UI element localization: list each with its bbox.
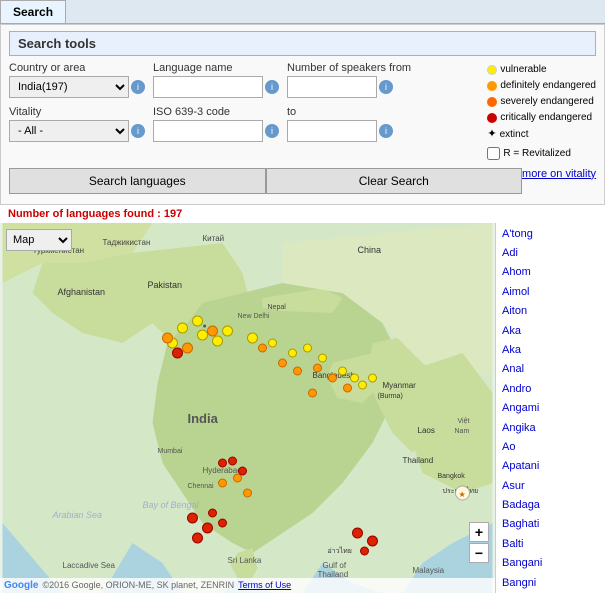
- search-tab[interactable]: Search: [0, 0, 66, 23]
- list-item[interactable]: A'tong: [496, 225, 605, 244]
- language-name-label: Language name: [153, 62, 279, 74]
- svg-text:Thailand: Thailand: [403, 456, 434, 465]
- svg-text:Việt: Việt: [458, 418, 470, 425]
- list-item[interactable]: Apatani: [496, 457, 605, 476]
- vitality-legend: vulnerable definitely endangered severel…: [487, 62, 596, 162]
- list-item[interactable]: Baghati: [496, 515, 605, 534]
- severely-label: severely endangered: [500, 94, 593, 110]
- results-count: Number of languages found : 197: [0, 205, 605, 223]
- list-item[interactable]: Bangani: [496, 554, 605, 573]
- svg-text:Mumbai: Mumbai: [158, 448, 183, 455]
- map-copyright: ©2016 Google, ORION-ME, SK planet, ZENRI…: [42, 580, 234, 590]
- svg-text:Nam: Nam: [455, 428, 470, 435]
- list-item[interactable]: Badaga: [496, 496, 605, 515]
- list-item[interactable]: Anal: [496, 360, 605, 379]
- svg-text:India: India: [188, 411, 219, 426]
- list-item[interactable]: Ao: [496, 438, 605, 457]
- svg-text:Таджикистан: Таджикистан: [103, 238, 151, 247]
- button-row: Search languages Clear Search more on vi…: [9, 168, 596, 194]
- svg-text:China: China: [358, 245, 382, 255]
- svg-text:Pakistan: Pakistan: [148, 280, 183, 290]
- svg-text:Sri Lanka: Sri Lanka: [228, 556, 262, 565]
- svg-text:Arabian Sea: Arabian Sea: [52, 510, 103, 520]
- revitalized-checkbox[interactable]: [487, 147, 500, 160]
- svg-text:Myanmar: Myanmar: [383, 381, 417, 390]
- speakers-from-label: Number of speakers from: [287, 62, 411, 74]
- vitality-label: Vitality: [9, 106, 145, 118]
- language-name-input[interactable]: [153, 76, 263, 98]
- main-content: Afghanistan Pakistan Туркменистан Таджик…: [0, 223, 605, 593]
- map-container[interactable]: Afghanistan Pakistan Туркменистан Таджик…: [0, 223, 495, 593]
- list-item[interactable]: Aka: [496, 341, 605, 360]
- svg-text:★: ★: [459, 490, 466, 499]
- speakers-from-info-icon[interactable]: i: [379, 80, 393, 94]
- definitely-label: definitely endangered: [500, 78, 596, 94]
- country-label: Country or area: [9, 62, 145, 74]
- map-zoom-controls: + −: [469, 522, 489, 563]
- language-list: A'tongAdiAhomAimolAitonAkaAkaAnalAndroAn…: [495, 223, 605, 593]
- definitely-dot: [487, 81, 497, 91]
- list-item[interactable]: Asur: [496, 477, 605, 496]
- svg-text:อ่าวไทย: อ่าวไทย: [328, 546, 352, 555]
- iso-label: ISO 639-3 code: [153, 106, 279, 118]
- vulnerable-label: vulnerable: [500, 62, 546, 78]
- language-name-info-icon[interactable]: i: [265, 80, 279, 94]
- speakers-to-info-icon[interactable]: i: [379, 124, 393, 138]
- search-tools-panel: Search tools Country or area India(197) …: [0, 24, 605, 205]
- list-item[interactable]: Aiton: [496, 302, 605, 321]
- clear-button[interactable]: Clear Search: [266, 168, 523, 194]
- revitalized-label: R = Revitalized: [503, 146, 571, 162]
- svg-text:Laos: Laos: [418, 426, 435, 435]
- zoom-in-button[interactable]: +: [469, 522, 489, 542]
- page-title: Search tools: [9, 31, 596, 56]
- extinct-label: extinct: [500, 127, 529, 143]
- iso-input[interactable]: [153, 120, 263, 142]
- svg-text:Laccadive Sea: Laccadive Sea: [63, 561, 116, 570]
- map-type-select[interactable]: Map Satellite: [6, 229, 72, 251]
- svg-text:Chennai: Chennai: [188, 483, 215, 490]
- svg-text:Bay of Bengal: Bay of Bengal: [143, 500, 200, 510]
- speakers-from-input[interactable]: [287, 76, 377, 98]
- svg-text:Bangkok: Bangkok: [438, 473, 466, 480]
- svg-text:Malaysia: Malaysia: [413, 566, 445, 575]
- svg-text:Nepal: Nepal: [268, 304, 287, 311]
- list-item[interactable]: Angika: [496, 419, 605, 438]
- svg-text:Китай: Китай: [203, 234, 225, 243]
- vitality-select[interactable]: - All -: [9, 120, 129, 142]
- severely-dot: [487, 97, 497, 107]
- country-select[interactable]: India(197): [9, 76, 129, 98]
- critically-dot: [487, 113, 497, 123]
- extinct-star: ✦: [487, 126, 496, 144]
- map-type-selector[interactable]: Map Satellite: [6, 229, 72, 251]
- list-item[interactable]: Aimol: [496, 283, 605, 302]
- list-item[interactable]: Angami: [496, 399, 605, 418]
- list-item[interactable]: Adi: [496, 244, 605, 263]
- vulnerable-dot: [487, 65, 497, 75]
- svg-text:New Delhi: New Delhi: [238, 313, 270, 320]
- critically-label: critically endangered: [500, 110, 592, 126]
- list-item[interactable]: Andro: [496, 380, 605, 399]
- terms-link[interactable]: Terms of Use: [238, 580, 291, 590]
- iso-info-icon[interactable]: i: [265, 124, 279, 138]
- google-logo: Google: [4, 580, 38, 591]
- country-info-icon[interactable]: i: [131, 80, 145, 94]
- list-item[interactable]: Aka: [496, 322, 605, 341]
- speakers-to-input[interactable]: [287, 120, 377, 142]
- list-item[interactable]: Bangni: [496, 574, 605, 593]
- list-item[interactable]: Balti: [496, 535, 605, 554]
- list-item[interactable]: Ahom: [496, 263, 605, 282]
- vitality-info-icon[interactable]: i: [131, 124, 145, 138]
- map-svg: Afghanistan Pakistan Туркменистан Таджик…: [0, 223, 495, 593]
- more-vitality-link[interactable]: more on vitality: [522, 168, 596, 194]
- svg-text:Afghanistan: Afghanistan: [58, 287, 106, 297]
- speakers-to-label: to: [287, 106, 393, 118]
- search-button[interactable]: Search languages: [9, 168, 266, 194]
- svg-text:●: ●: [203, 323, 207, 330]
- svg-text:Gulf of: Gulf of: [323, 561, 347, 570]
- map-footer: Google ©2016 Google, ORION-ME, SK planet…: [0, 578, 495, 593]
- svg-text:(Burma): (Burma): [378, 393, 403, 400]
